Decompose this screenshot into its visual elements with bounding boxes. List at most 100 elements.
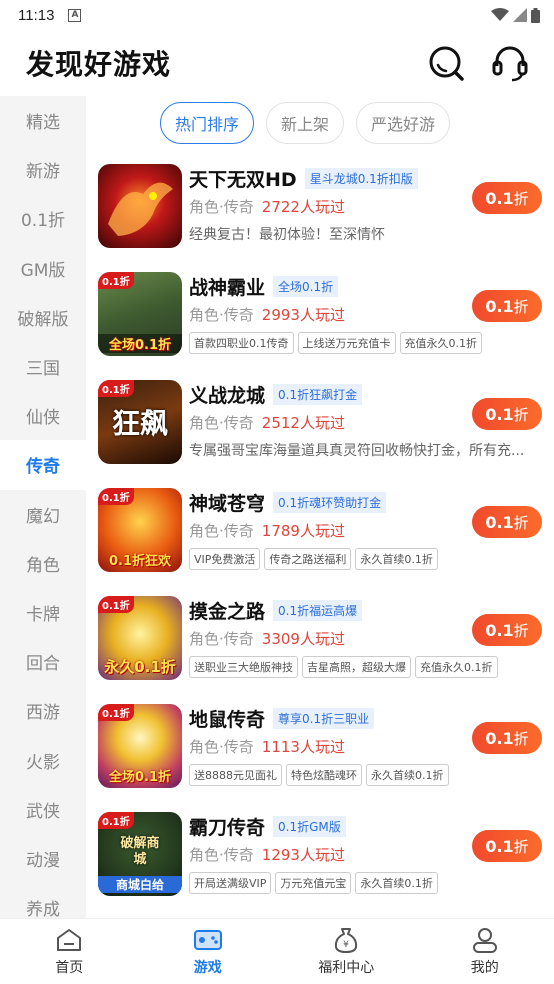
tag: 永久首续0.1折 xyxy=(366,764,449,786)
game-thumbnail: 0.1折 破解商城 商城白给 xyxy=(98,812,182,896)
sidebar-item[interactable]: 仙侠 xyxy=(0,391,86,440)
tag-list: 送8888元见面礼 特色炫酷魂环 永久首续0.1折 xyxy=(189,764,469,786)
sidebar-item[interactable]: 角色 xyxy=(0,539,86,588)
thumb-banner: 全场0.1折 xyxy=(108,770,172,785)
thumb-corner-label: 0.1折 xyxy=(98,272,134,289)
game-genre: 角色·传奇 xyxy=(189,737,254,756)
search-icon[interactable] xyxy=(426,43,466,83)
user-icon xyxy=(470,927,500,953)
discount-value: 0.1 xyxy=(485,404,514,424)
discount-button[interactable]: 0.1 折 xyxy=(472,506,542,538)
money-bag-icon: ¥ xyxy=(331,927,361,953)
discount-button[interactable]: 0.1 折 xyxy=(472,290,542,322)
tab-new[interactable]: 新上架 xyxy=(266,102,345,144)
nav-mine[interactable]: 我的 xyxy=(416,919,554,984)
tag: VIP免费激活 xyxy=(189,548,261,570)
tag-list: 送职业三大绝版神技 吉星高照，超级大爆 充值永久0.1折 xyxy=(189,656,498,678)
status-icons xyxy=(491,7,540,23)
game-name: 义战龙城 xyxy=(189,384,266,407)
sidebar-item[interactable]: 火影 xyxy=(0,735,86,784)
category-sidebar: 精选 新游 0.1折 GM版 破解版 三国 仙侠 传奇 魔幻 角色 卡牌 回合 … xyxy=(0,96,86,918)
sidebar-item[interactable]: 动漫 xyxy=(0,834,86,883)
game-thumbnail: 0.1折 全场0.1折 xyxy=(98,272,182,356)
discount-value: 0.1 xyxy=(485,512,514,532)
discount-value: 0.1 xyxy=(485,836,514,856)
player-count: 1789人玩过 xyxy=(261,521,345,540)
game-genre: 角色·传奇 xyxy=(189,521,254,540)
discount-suffix: 折 xyxy=(513,837,529,856)
game-list: 天下无双HD 星斗龙城0.1折扣版 角色·传奇 2722人玩过 经典复古！最初体… xyxy=(98,162,554,918)
tag: 送职业三大绝版神技 xyxy=(189,656,298,678)
game-name: 神域苍穹 xyxy=(189,492,266,515)
gamepad-icon xyxy=(193,927,223,953)
game-desc: 专属强哥宝库海量道具真灵符回收畅快打金，所有充... xyxy=(189,443,525,459)
nav-games[interactable]: 游戏 xyxy=(139,919,278,984)
game-item[interactable]: 0.1折 破解商城 商城白给 霸刀传奇 0.1折GM版 角色·传奇 1293人玩… xyxy=(98,810,554,918)
game-item[interactable]: 0.1折 0.1折狂欢 神域苍穹 0.1折魂环赞助打金 角色·传奇 1789人玩… xyxy=(98,486,554,594)
sidebar-item[interactable]: 养成 xyxy=(0,883,86,918)
tag-list: 首款四职业0.1传奇 上线送万元充值卡 充值永久0.1折 xyxy=(189,332,482,354)
discount-value: 0.1 xyxy=(485,620,514,640)
tag: 永久首续0.1折 xyxy=(355,548,438,570)
player-count: 3309人玩过 xyxy=(261,629,345,648)
status-bar: 11:13 A xyxy=(0,0,554,30)
game-item[interactable]: 0.1折 全场0.1折 地鼠传奇 尊享0.1折三职业 角色·传奇 1113人玩过… xyxy=(98,702,554,810)
game-item[interactable]: 0.1折 全场0.1折 战神霸业 全场0.1折 角色·传奇 2993人玩过 首款… xyxy=(98,270,554,378)
thumb-banner: 永久0.1折 xyxy=(104,658,176,676)
tag: 万元充值元宝 xyxy=(275,872,352,894)
nav-home[interactable]: 首页 xyxy=(0,919,139,984)
sidebar-item[interactable]: 新游 xyxy=(0,145,86,194)
thumb-corner-label: 0.1折 xyxy=(98,812,134,829)
discount-value: 0.1 xyxy=(485,296,514,316)
thumb-corner-label: 0.1折 xyxy=(98,380,134,397)
discount-button[interactable]: 0.1 折 xyxy=(472,614,542,646)
game-genre: 角色·传奇 xyxy=(189,629,254,648)
tab-hot[interactable]: 热门排序 xyxy=(160,102,255,144)
player-count: 2993人玩过 xyxy=(261,305,345,324)
discount-suffix: 折 xyxy=(513,621,529,640)
game-name: 战神霸业 xyxy=(189,276,266,299)
player-count: 2512人玩过 xyxy=(261,413,345,432)
sidebar-item[interactable]: 回合 xyxy=(0,637,86,686)
thumb-banner: 0.1折狂欢 xyxy=(108,554,172,569)
sidebar-item[interactable]: 西游 xyxy=(0,686,86,735)
headset-icon[interactable] xyxy=(490,43,530,83)
sidebar-item[interactable]: 武侠 xyxy=(0,785,86,834)
discount-button[interactable]: 0.1 折 xyxy=(472,722,542,754)
game-item[interactable]: 0.1折 永久0.1折 摸金之路 0.1折福运高爆 角色·传奇 3309人玩过 … xyxy=(98,594,554,702)
wifi-icon xyxy=(491,8,509,21)
discount-suffix: 折 xyxy=(513,405,529,424)
game-badge: 星斗龙城0.1折扣版 xyxy=(304,167,418,189)
game-badge: 0.1折福运高爆 xyxy=(273,599,363,621)
sidebar-item[interactable]: 三国 xyxy=(0,342,86,391)
game-genre: 角色·传奇 xyxy=(189,845,254,864)
nav-welfare[interactable]: ¥ 福利中心 xyxy=(277,919,416,984)
sidebar-item-active[interactable]: 传奇 xyxy=(0,440,86,490)
game-thumbnail xyxy=(98,164,182,248)
dragon-icon xyxy=(108,182,173,236)
battery-icon xyxy=(531,7,540,23)
tag: 上线送万元充值卡 xyxy=(297,332,396,354)
sidebar-item[interactable]: 0.1折 xyxy=(0,194,86,243)
game-item[interactable]: 0.1折 狂飙 义战龙城 0.1折狂飙打金 角色·传奇 2512人玩过 专属强哥… xyxy=(98,378,554,486)
thumb-banner: 全场0.1折 xyxy=(98,334,182,353)
sidebar-item[interactable]: GM版 xyxy=(0,244,86,293)
discount-button[interactable]: 0.1 折 xyxy=(472,398,542,430)
game-name: 霸刀传奇 xyxy=(189,816,266,839)
tag: 永久首续0.1折 xyxy=(355,872,438,894)
player-count: 1293人玩过 xyxy=(261,845,345,864)
game-thumbnail: 0.1折 永久0.1折 xyxy=(98,596,182,680)
discount-button[interactable]: 0.1 折 xyxy=(472,830,542,862)
game-item[interactable]: 天下无双HD 星斗龙城0.1折扣版 角色·传奇 2722人玩过 经典复古！最初体… xyxy=(98,162,554,270)
thumb-corner-label: 0.1折 xyxy=(98,704,134,721)
tag: 特色炫酷魂环 xyxy=(286,764,362,786)
game-badge: 全场0.1折 xyxy=(273,275,339,297)
tag: 首款四职业0.1传奇 xyxy=(189,332,294,354)
sidebar-item[interactable]: 精选 xyxy=(0,96,86,145)
sidebar-item[interactable]: 破解版 xyxy=(0,293,86,342)
discount-button[interactable]: 0.1 折 xyxy=(472,182,542,214)
sidebar-item[interactable]: 魔幻 xyxy=(0,490,86,539)
tab-selected[interactable]: 严选好游 xyxy=(356,102,451,144)
sidebar-item[interactable]: 卡牌 xyxy=(0,588,86,637)
nav-label: 首页 xyxy=(55,959,84,976)
